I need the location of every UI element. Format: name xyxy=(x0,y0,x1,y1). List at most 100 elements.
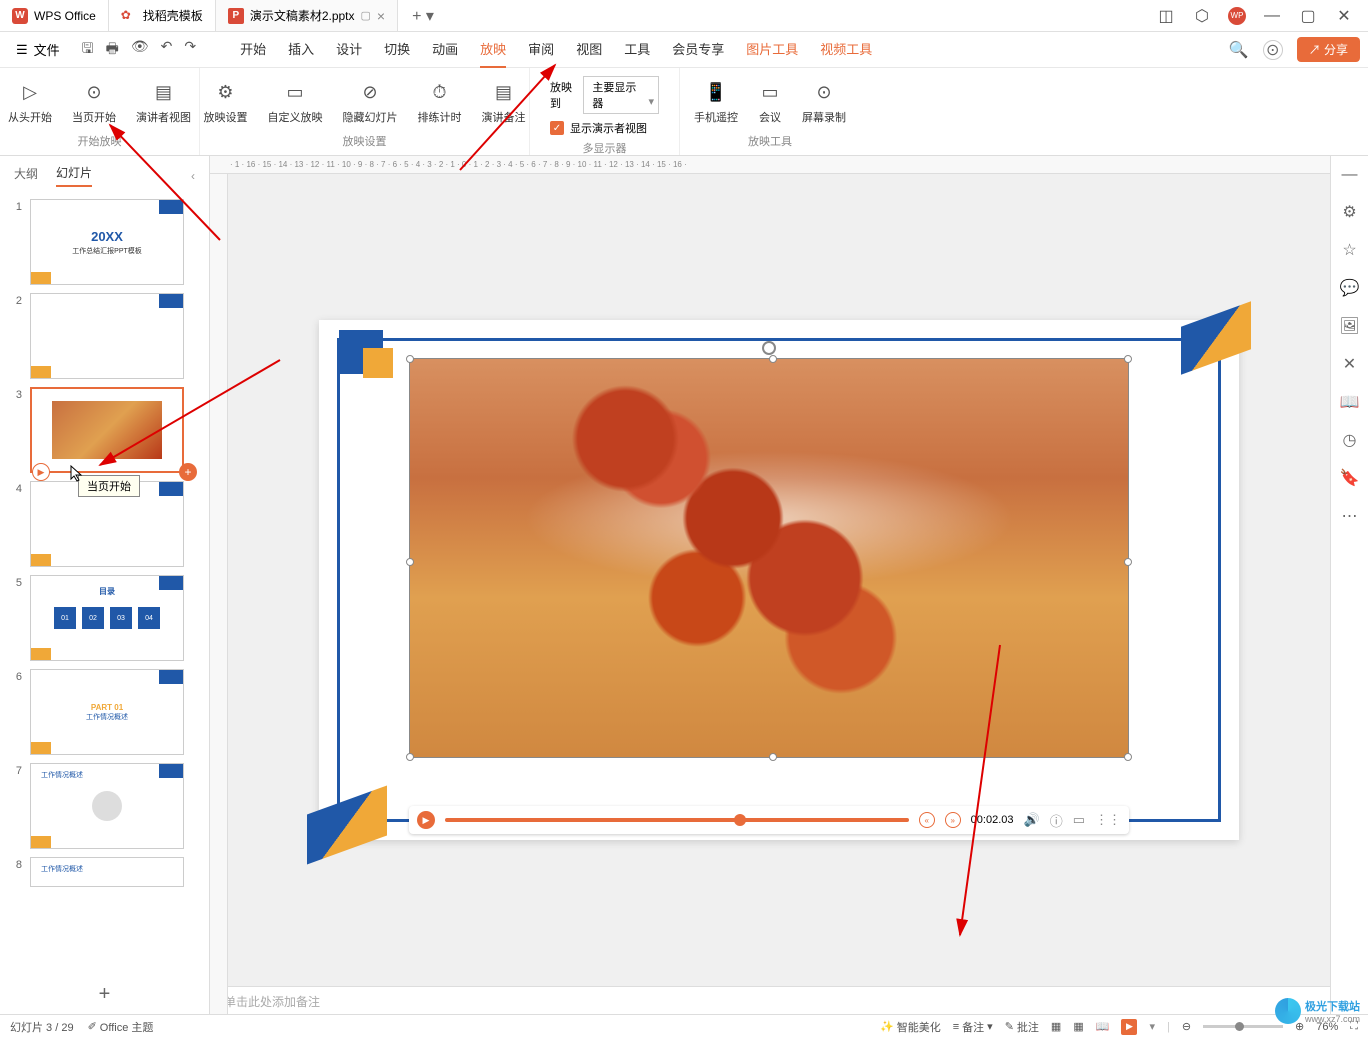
layout-icon[interactable]: ◫ xyxy=(1156,6,1176,26)
tab-design[interactable]: 设计 xyxy=(336,31,362,68)
tab-slideshow[interactable]: 放映 xyxy=(480,31,506,68)
side-tag-icon[interactable]: 🔖 xyxy=(1340,468,1360,488)
tab-video-tools[interactable]: 视频工具 xyxy=(820,31,872,68)
monitor-dropdown[interactable]: 主要显示器 xyxy=(583,76,659,114)
resize-handle-b[interactable] xyxy=(769,753,777,761)
slide-thumb-2[interactable]: 2 xyxy=(8,293,201,379)
slides-tab[interactable]: 幻灯片 xyxy=(56,164,92,187)
side-minus-icon[interactable]: — xyxy=(1342,166,1358,184)
side-settings-icon[interactable]: ⚙ xyxy=(1342,202,1356,222)
document-tab[interactable]: P 演示文稿素材2.pptx ▢ × xyxy=(216,0,398,31)
view-reading-icon[interactable]: 📖 xyxy=(1096,1020,1110,1033)
resize-handle-tr[interactable] xyxy=(1124,355,1132,363)
beautify-button[interactable]: ✨ 智能美化 xyxy=(880,1019,941,1035)
tab-menu-icon[interactable]: ▢ xyxy=(361,9,371,22)
from-beginning-button[interactable]: ▷ 从头开始 xyxy=(0,77,62,129)
side-clock-icon[interactable]: ◷ xyxy=(1343,430,1357,450)
print-icon[interactable]: 🖶 xyxy=(106,38,119,62)
resize-handle-br[interactable] xyxy=(1124,753,1132,761)
file-menu[interactable]: ☰ 文件 xyxy=(8,40,68,59)
side-more-icon[interactable]: ⋯ xyxy=(1342,506,1358,526)
search-icon[interactable]: 🔍 xyxy=(1229,40,1249,60)
custom-show-button[interactable]: ▭自定义放映 xyxy=(258,77,333,129)
side-book-icon[interactable]: 📖 xyxy=(1340,392,1360,412)
side-star-icon[interactable]: ☆ xyxy=(1342,240,1356,260)
zoom-out-button[interactable]: ⊖ xyxy=(1182,1020,1191,1033)
play-dropdown[interactable]: ▾ xyxy=(1149,1020,1155,1033)
notes-area[interactable]: 单击此处添加备注 xyxy=(210,986,1330,1014)
maximize-button[interactable]: ▢ xyxy=(1298,6,1318,26)
tab-review[interactable]: 审阅 xyxy=(528,31,554,68)
video-progress[interactable] xyxy=(445,818,909,822)
save-icon[interactable]: 🖫 xyxy=(82,38,94,62)
theme-button[interactable]: ✐ Office 主题 xyxy=(88,1019,154,1035)
video-object[interactable] xyxy=(409,358,1129,758)
side-tools-icon[interactable]: ✕ xyxy=(1343,354,1356,374)
slide-canvas[interactable]: ▶ « » 00:02.03 🔊 ⓘ ▭ ⋮⋮ xyxy=(319,320,1239,840)
undo-icon[interactable]: ↶ xyxy=(161,38,173,62)
preview-icon[interactable]: 👁 xyxy=(131,38,149,62)
rotate-handle[interactable] xyxy=(762,341,776,355)
resize-handle-tl[interactable] xyxy=(406,355,414,363)
add-tab-button[interactable]: + ▾ xyxy=(398,6,448,26)
user-avatar[interactable]: WP xyxy=(1228,7,1246,25)
app-tab[interactable]: W WPS Office xyxy=(0,0,109,31)
add-slide-button[interactable]: + xyxy=(0,975,209,1014)
view-sorter-icon[interactable]: ▦ xyxy=(1073,1020,1083,1033)
tab-tools[interactable]: 工具 xyxy=(624,31,650,68)
resize-handle-bl[interactable] xyxy=(406,753,414,761)
tab-member[interactable]: 会员专享 xyxy=(672,31,724,68)
notes-toggle[interactable]: ≡ 备注 ▾ xyxy=(953,1019,993,1035)
meeting-button[interactable]: ▭会议 xyxy=(748,77,792,129)
tab-start[interactable]: 开始 xyxy=(240,31,266,68)
screen-record-button[interactable]: ⊙屏幕录制 xyxy=(792,77,856,129)
video-forward-button[interactable]: » xyxy=(945,812,961,828)
minimize-button[interactable]: — xyxy=(1262,6,1282,26)
chat-icon[interactable]: ⊙ xyxy=(1263,40,1283,60)
side-image-icon[interactable]: 🖼 xyxy=(1339,316,1359,336)
from-current-button[interactable]: ⊙ 当页开始 xyxy=(62,77,126,129)
close-window-button[interactable]: ✕ xyxy=(1334,6,1354,26)
side-chat-icon[interactable]: 💬 xyxy=(1340,278,1360,298)
tab-picture-tools[interactable]: 图片工具 xyxy=(746,31,798,68)
more-icon[interactable]: ⋮⋮ xyxy=(1095,812,1121,828)
resize-handle-r[interactable] xyxy=(1124,558,1132,566)
phone-remote-button[interactable]: 📱手机遥控 xyxy=(684,77,748,129)
volume-icon[interactable]: 🔊 xyxy=(1024,812,1040,828)
presenter-view-button[interactable]: ▤ 演讲者视图 xyxy=(126,77,201,129)
add-slide-badge[interactable]: + xyxy=(179,463,197,481)
tab-view[interactable]: 视图 xyxy=(576,31,602,68)
view-normal-icon[interactable]: ▦ xyxy=(1051,1020,1061,1033)
slide-thumb-1[interactable]: 1 20XX工作总结汇报PPT模板 xyxy=(8,199,201,285)
slide-thumb-8[interactable]: 8 工作情况概述 xyxy=(8,857,201,887)
speaker-notes-button[interactable]: ▤演讲备注 xyxy=(472,77,536,129)
hide-slide-button[interactable]: ⊘隐藏幻灯片 xyxy=(333,77,408,129)
zoom-slider[interactable] xyxy=(1203,1025,1283,1028)
cube-icon[interactable]: ⬡ xyxy=(1192,6,1212,26)
tab-animation[interactable]: 动画 xyxy=(432,31,458,68)
close-tab-icon[interactable]: × xyxy=(377,8,385,24)
slide-thumb-5[interactable]: 5 目录01020304 xyxy=(8,575,201,661)
redo-icon[interactable]: ↷ xyxy=(184,38,196,62)
play-slide-badge[interactable]: ▶ xyxy=(32,463,50,481)
picture-icon[interactable]: ▭ xyxy=(1073,812,1085,828)
video-play-button[interactable]: ▶ xyxy=(417,811,435,829)
slide-thumb-7[interactable]: 7 工作情况概述 xyxy=(8,763,201,849)
info-icon[interactable]: ⓘ xyxy=(1050,811,1063,830)
tab-transition[interactable]: 切换 xyxy=(384,31,410,68)
docer-tab[interactable]: ✿ 找稻壳模板 xyxy=(109,0,216,31)
comments-toggle[interactable]: ✎ 批注 xyxy=(1005,1019,1039,1035)
resize-handle-l[interactable] xyxy=(406,558,414,566)
video-rewind-button[interactable]: « xyxy=(919,812,935,828)
collapse-panel-icon[interactable]: ‹ xyxy=(191,169,195,183)
slideshow-play-button[interactable]: ▶ xyxy=(1121,1019,1137,1035)
rehearse-button[interactable]: ⏱排练计时 xyxy=(408,77,472,129)
slide-thumb-6[interactable]: 6 PART 01工作情况概述 xyxy=(8,669,201,755)
slide-thumb-3[interactable]: 3 ▶ + 当页开始 xyxy=(8,387,201,473)
slides-list[interactable]: 1 20XX工作总结汇报PPT模板 2 3 ▶ + 当页开始 4 xyxy=(0,195,209,975)
share-button[interactable]: ↗ 分享 xyxy=(1297,37,1360,62)
outline-tab[interactable]: 大纲 xyxy=(14,165,38,186)
tab-insert[interactable]: 插入 xyxy=(288,31,314,68)
presenter-checkbox[interactable]: ✓ xyxy=(550,121,564,135)
slideshow-settings-button[interactable]: ⚙放映设置 xyxy=(194,77,258,129)
